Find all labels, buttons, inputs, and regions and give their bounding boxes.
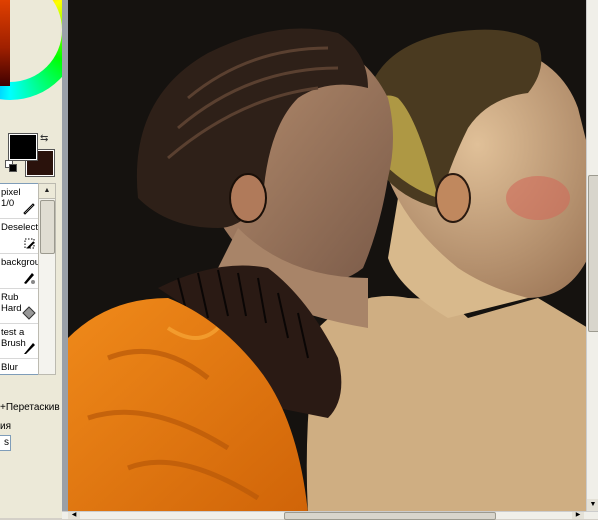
- saturation-value-square[interactable]: [0, 0, 10, 86]
- brush-item-deselect[interactable]: Deselect: [0, 219, 38, 254]
- magic-wand-icon: [24, 238, 35, 249]
- brush-item-label: Blur x: [1, 362, 18, 374]
- eraser-icon: [22, 306, 36, 320]
- combo-label: ия: [0, 421, 12, 432]
- painting-canvas[interactable]: [68, 0, 586, 511]
- brush-item-pixel[interactable]: pixel 1/0: [0, 184, 38, 219]
- scrollbar-thumb[interactable]: [40, 200, 55, 254]
- vertical-scrollbar[interactable]: ▼: [586, 0, 598, 511]
- vertical-scrollbar-thumb[interactable]: [588, 175, 598, 332]
- brush-item-label: backgrou: [1, 257, 39, 268]
- scroll-up-icon[interactable]: ▲: [39, 184, 55, 199]
- reset-colors-icon[interactable]: [5, 160, 17, 172]
- brush-list-scrollbar[interactable]: ▲: [38, 183, 56, 375]
- brush-item-label: pixel 1/0: [1, 187, 21, 209]
- brush-item-background[interactable]: backgrou: [0, 254, 38, 289]
- brush-list: pixel 1/0 Deselect backgrou Rub Hard tes…: [0, 183, 39, 375]
- horizontal-scrollbar-thumb[interactable]: [284, 512, 496, 520]
- brush-icon: [24, 343, 35, 354]
- brush-item-test-brush[interactable]: test a Brush: [0, 324, 38, 359]
- brush-item-blur[interactable]: Blur x: [0, 359, 38, 374]
- pencil-icon: [23, 203, 35, 215]
- brush-item-eraser[interactable]: Rub Hard: [0, 289, 38, 324]
- brush-item-label: Rub Hard: [1, 292, 22, 314]
- brush-item-label: Deselect: [1, 222, 38, 233]
- status-text: +Перетаскив: [0, 402, 60, 413]
- foreground-color-swatch[interactable]: [8, 133, 38, 161]
- canvas-area[interactable]: [62, 0, 586, 511]
- swap-colors-icon[interactable]: ⇆: [40, 133, 48, 144]
- right-figure-torso: [306, 296, 586, 511]
- combo-box[interactable]: s: [0, 435, 11, 451]
- brush-icon: [24, 273, 35, 284]
- scroll-down-icon[interactable]: ▼: [587, 499, 598, 511]
- tool-panel: ⇆ pixel 1/0 Deselect backgrou Rub Hard t…: [0, 0, 62, 518]
